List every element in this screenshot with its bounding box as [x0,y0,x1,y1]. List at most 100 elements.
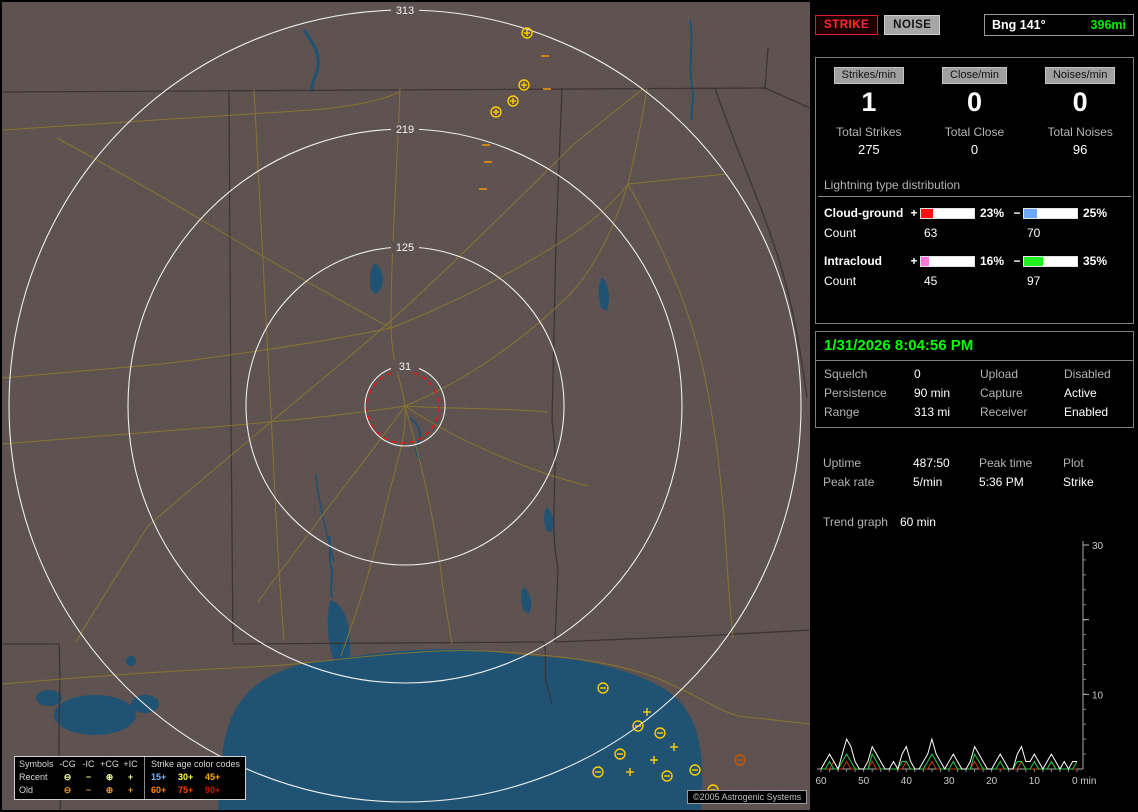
age-code: 60+ [151,784,178,797]
plus-icon: + [120,771,141,784]
range-value: 313 mi [914,405,980,419]
trend-series-noises [821,762,1077,770]
upload-label: Upload [980,367,1064,381]
total-strikes-label: Total Strikes [836,125,901,139]
ic-pos-bar [920,256,975,267]
age-code: 30+ [178,771,205,784]
trend-series-strikes [821,739,1077,769]
x-axis-label: 0 min [1072,776,1096,787]
total-noises-value: 96 [1073,142,1087,157]
minus-icon: − [78,771,99,784]
minus-sign: − [1011,206,1023,220]
plus-icon: + [120,784,141,797]
ring-label: 219 [396,124,414,136]
cg-pos-bar [920,208,975,219]
age-code: 90+ [205,784,232,797]
cg-pos-pct: 23% [975,206,1011,220]
ic-neg-count: 97 [1023,274,1078,288]
y-axis-label: 10 [1092,690,1104,701]
total-close-value: 0 [971,142,978,157]
ring-label: 31 [399,361,411,373]
plot-label: Plot [1063,456,1126,470]
x-axis-label: 60 [815,776,827,787]
capture-status: Active [1064,386,1125,400]
ic-pos-fill [921,257,929,266]
trend-graph: 30106050403020100 min [815,537,1138,799]
circle-minus-icon: ⊖ [57,771,78,784]
total-noises-label: Total Noises [1047,125,1112,139]
cg-neg-pct: 25% [1078,206,1110,220]
persistence-label: Persistence [824,386,914,400]
cg-neg-bar [1023,208,1078,219]
close-rate-value: 0 [967,87,982,118]
total-close-label: Total Close [945,125,1004,139]
circle-plus-icon: ⊕ [99,784,120,797]
cg-pos-fill [921,209,933,218]
noise-button[interactable]: NOISE [884,15,940,35]
uptime-section: Uptime 487:50 Peak time Plot Peak rate 5… [815,456,1134,489]
x-axis-label: 10 [1029,776,1041,787]
lightning-map[interactable]: 31321912531 [2,2,810,810]
map-legend: Symbols -CG -IC +CG +IC Recent ⊖ − ⊕ + O… [14,756,246,800]
intracloud-row: Intracloud + 16% − 35% [816,240,1133,268]
intracloud-label: Intracloud [824,254,908,268]
x-axis-label: 50 [858,776,870,787]
plus-sign: + [908,206,920,220]
bearing-value: Bng 141° [992,18,1046,32]
ic-neg-fill [1024,257,1043,266]
cg-pos-count: 63 [920,226,975,240]
peak-rate-label: Peak rate [823,475,913,489]
ic-neg-pct: 35% [1078,254,1110,268]
legend-col-neg-ic: -IC [78,758,99,771]
ic-pos-count: 45 [920,274,975,288]
x-axis-label: 20 [986,776,998,787]
noises-rate-value: 0 [1073,87,1088,118]
cloud-ground-label: Cloud-ground [824,206,908,220]
bearing-display: Bng 141° 396mi [984,14,1134,36]
legend-age-title: Strike age color codes [151,758,240,771]
cg-neg-count: 70 [1023,226,1078,240]
minus-icon: − [78,784,99,797]
stats-panel: Strikes/min Close/min Noises/min 1 0 0 T… [815,57,1134,324]
legend-symbols-title: Symbols [19,758,57,771]
ic-neg-bar [1023,256,1078,267]
ring-label: 125 [396,242,414,254]
count-label: Count [824,274,908,288]
trend-graph-label: Trend graph [823,515,888,529]
distribution-title: Lightning type distribution [818,178,1131,197]
age-code: 15+ [151,771,178,784]
circle-plus-icon: ⊕ [99,771,120,784]
status-panel: 1/31/2026 8:04:56 PM Squelch 0 Upload Di… [815,331,1134,428]
peak-rate-value: 5/min [913,475,979,489]
legend-col-pos-cg: +CG [99,758,120,771]
legend-col-neg-cg: -CG [57,758,78,771]
capture-label: Capture [980,386,1064,400]
count-label: Count [824,226,908,240]
sidebar: STRIKE NOISE Bng 141° 396mi Strikes/min … [813,0,1138,812]
x-axis-label: 30 [943,776,955,787]
circle-minus-icon: ⊖ [57,784,78,797]
map-area[interactable]: 31321912531 Symbols -CG -IC +CG +IC Rece… [2,2,810,810]
squelch-value: 0 [914,367,980,381]
cloud-ground-count-row: Count 63 70 [816,220,1133,240]
strikes-per-min-chip: Strikes/min [834,67,904,84]
close-per-min-chip: Close/min [942,67,1007,84]
strikes-rate-value: 1 [861,87,876,118]
cloud-ground-row: Cloud-ground + 23% − 25% [816,197,1133,220]
peak-time-label: Peak time [979,456,1063,470]
copyright-label: ©2005 Astrogenic Systems [687,790,807,804]
datetime-display: 1/31/2026 8:04:56 PM [816,332,1133,361]
plus-sign: + [908,254,920,268]
gulf-of-mexico [218,649,702,810]
noises-per-min-chip: Noises/min [1045,67,1115,84]
uptime-label: Uptime [823,456,913,470]
upload-status: Disabled [1064,367,1125,381]
strike-button[interactable]: STRIKE [815,15,878,35]
peak-time-value: 5:36 PM [979,475,1063,489]
squelch-label: Squelch [824,367,914,381]
minus-sign: − [1011,254,1023,268]
age-code: 45+ [205,771,232,784]
plot-value: Strike [1063,475,1126,489]
persistence-value: 90 min [914,386,980,400]
trend-graph-label-row: Trend graph 60 min [815,515,1134,529]
